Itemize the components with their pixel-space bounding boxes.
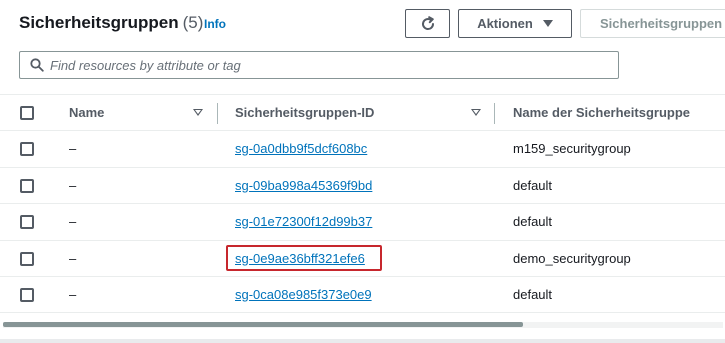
cell-name: – <box>69 214 77 229</box>
cell-security-group-name: default <box>513 177 553 193</box>
cell-security-group-name: default <box>513 287 553 302</box>
column-resizer[interactable] <box>217 103 218 124</box>
security-group-id-link[interactable]: sg-0e9ae36bff321efe6 <box>235 251 365 266</box>
security-group-id-link[interactable]: sg-09ba998a45369f9bd <box>235 178 372 193</box>
scrollbar-thumb[interactable] <box>3 322 523 327</box>
column-resizer[interactable] <box>494 103 495 124</box>
search-icon <box>30 58 44 72</box>
row-checkbox[interactable] <box>20 215 34 229</box>
cell-security-group-name: demo_securitygroup <box>513 250 631 266</box>
security-group-id-link[interactable]: sg-01e72300f12d99b37 <box>235 214 372 229</box>
actions-label: Aktionen <box>477 16 533 31</box>
column-header-security-group-id[interactable]: Sicherheitsgruppen-ID <box>235 105 374 120</box>
column-header-security-group-name[interactable]: Name der Sicherheitsgruppe <box>513 105 690 120</box>
select-all-checkbox[interactable] <box>20 106 34 120</box>
cell-name: – <box>69 287 77 302</box>
search-input[interactable] <box>50 56 610 74</box>
resource-count: (5) <box>182 13 204 32</box>
table-head: Name Sicherheitsgruppen-ID Name der Sich… <box>0 94 725 131</box>
create-security-group-button[interactable]: Sicherheitsgruppen <box>580 9 725 38</box>
cell-name: – <box>69 177 77 193</box>
title-text: Sicherheitsgruppen <box>19 13 179 32</box>
cell-security-group-name: m159_securitygroup <box>513 141 631 156</box>
refresh-icon <box>421 15 434 30</box>
caret-down-icon <box>542 20 553 27</box>
create-label: Sicherheitsgruppen <box>600 16 723 31</box>
row-checkbox[interactable] <box>20 251 34 266</box>
info-link[interactable]: Info <box>204 17 226 31</box>
row-checkbox[interactable] <box>20 142 34 156</box>
row-checkbox[interactable] <box>20 178 34 193</box>
table-row[interactable]: – sg-0e9ae36bff321efe6 demo_securitygrou… <box>0 241 725 277</box>
cell-name: – <box>69 250 77 266</box>
table-row[interactable]: – sg-0ca08e985f373e0e9 default <box>0 277 725 314</box>
table-row[interactable]: – sg-0a0dbb9f5dcf608bc m159_securitygrou… <box>0 131 725 168</box>
cell-name: – <box>69 141 77 156</box>
table-row[interactable]: – sg-01e72300f12d99b37 default <box>0 204 725 241</box>
security-groups-table: Name Sicherheitsgruppen-ID Name der Sich… <box>0 94 725 314</box>
cell-security-group-name: default <box>513 214 553 229</box>
table-header-bar: Sicherheitsgruppen (5) Info Aktionen Sich… <box>0 0 725 48</box>
security-group-id-link[interactable]: sg-0ca08e985f373e0e9 <box>235 287 372 302</box>
actions-button[interactable]: Aktionen <box>458 9 572 38</box>
divider <box>0 339 725 343</box>
column-header-name[interactable]: Name <box>69 105 104 120</box>
page-title: Sicherheitsgruppen (5) <box>19 13 203 33</box>
security-group-id-link[interactable]: sg-0a0dbb9f5dcf608bc <box>235 141 367 156</box>
row-checkbox[interactable] <box>20 288 34 302</box>
sort-caret-icon[interactable] <box>193 109 203 116</box>
search-box[interactable] <box>19 51 619 79</box>
table-row[interactable]: – sg-09ba998a45369f9bd default <box>0 168 725 204</box>
refresh-button[interactable] <box>405 9 450 38</box>
sort-caret-icon[interactable] <box>471 109 481 116</box>
